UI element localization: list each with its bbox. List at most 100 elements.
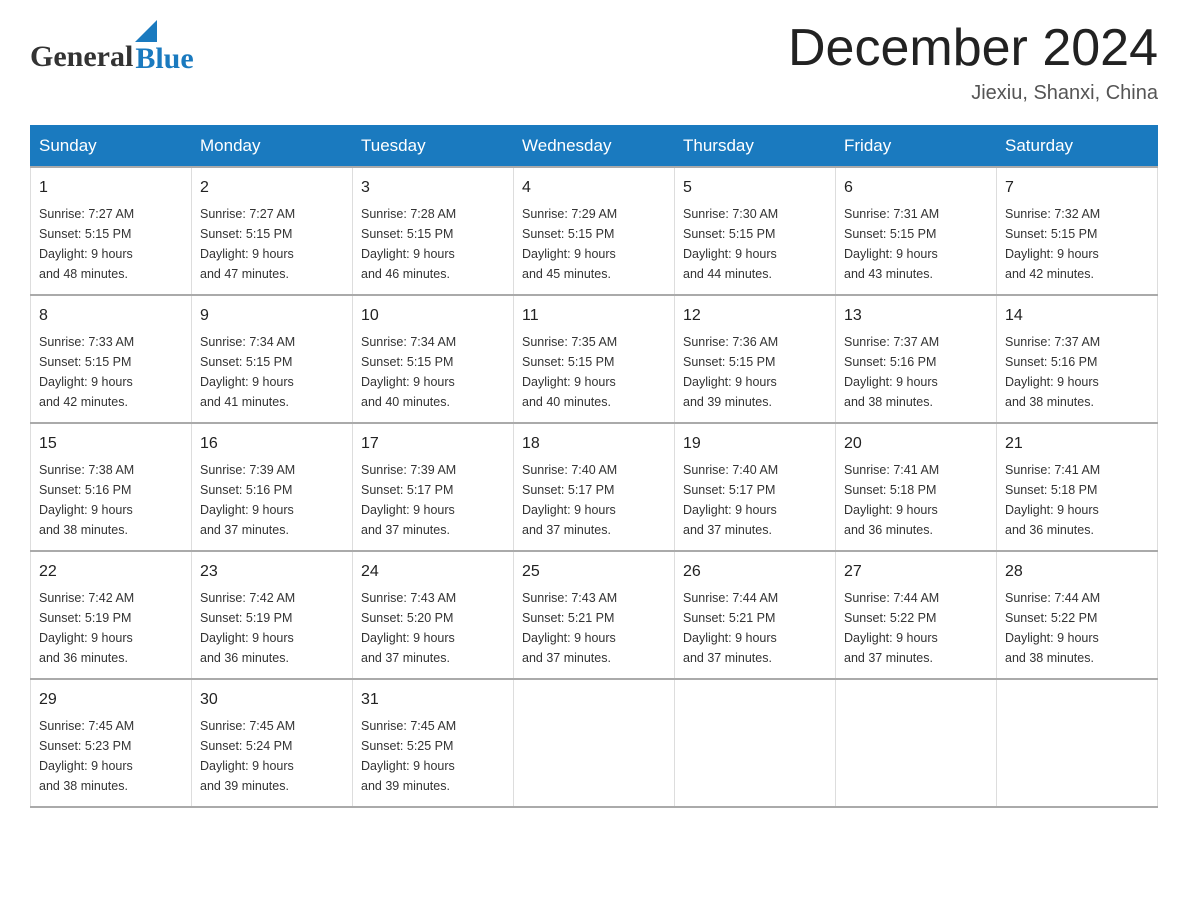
day-number: 15 (39, 432, 183, 456)
header-thursday: Thursday (675, 126, 836, 168)
calendar-cell: 25Sunrise: 7:43 AMSunset: 5:21 PMDayligh… (514, 551, 675, 679)
calendar-cell (514, 679, 675, 807)
calendar-cell: 7 Sunrise: 7:32 AMSunset: 5:15 PMDaylight… (997, 167, 1158, 295)
day-number: 30 (200, 688, 344, 712)
day-number: 13 (844, 304, 988, 328)
calendar-cell: 30 Sunrise: 7:45 AMSunset: 5:24 PMDayligh… (192, 679, 353, 807)
calendar-cell: 13Sunrise: 7:37 AMSunset: 5:16 PMDayligh… (836, 295, 997, 423)
calendar-cell: 2Sunrise: 7:27 AMSunset: 5:15 PMDaylight… (192, 167, 353, 295)
day-number: 22 (39, 560, 183, 584)
day-number: 18 (522, 432, 666, 456)
calendar-cell: 19Sunrise: 7:40 AMSunset: 5:17 PMDayligh… (675, 423, 836, 551)
calendar-cell: 24 Sunrise: 7:43 AMSunset: 5:20 PMDayligh… (353, 551, 514, 679)
calendar-cell: 23Sunrise: 7:42 AMSunset: 5:19 PMDayligh… (192, 551, 353, 679)
day-info: Sunrise: 7:36 AMSunset: 5:15 PMDaylight:… (683, 332, 827, 412)
day-info: Sunrise: 7:41 AMSunset: 5:18 PMDaylight:… (844, 460, 988, 540)
day-info: Sunrise: 7:38 AMSunset: 5:16 PMDaylight:… (39, 460, 183, 540)
calendar-week-row: 22 Sunrise: 7:42 AMSunset: 5:19 PMDayligh… (31, 551, 1158, 679)
day-number: 29 (39, 688, 183, 712)
day-info: Sunrise: 7:45 AMSunset: 5:24 PMDaylight:… (200, 716, 344, 796)
calendar-cell: 5 Sunrise: 7:30 AMSunset: 5:15 PMDaylight… (675, 167, 836, 295)
calendar-cell: 29 Sunrise: 7:45 AMSunset: 5:23 PMDayligh… (31, 679, 192, 807)
day-number: 26 (683, 560, 827, 584)
day-info: Sunrise: 7:35 AMSunset: 5:15 PMDaylight:… (522, 332, 666, 412)
day-number: 5 (683, 176, 827, 200)
day-info: Sunrise: 7:39 AMSunset: 5:17 PMDaylight:… (361, 460, 505, 540)
day-info: Sunrise: 7:27 AMSunset: 5:15 PMDaylight:… (39, 204, 183, 284)
calendar-cell: 16 Sunrise: 7:39 AMSunset: 5:16 PMDayligh… (192, 423, 353, 551)
calendar-cell: 20 Sunrise: 7:41 AMSunset: 5:18 PMDayligh… (836, 423, 997, 551)
day-info: Sunrise: 7:29 AMSunset: 5:15 PMDaylight:… (522, 204, 666, 284)
calendar-week-row: 15 Sunrise: 7:38 AMSunset: 5:16 PMDayligh… (31, 423, 1158, 551)
calendar-cell: 4 Sunrise: 7:29 AMSunset: 5:15 PMDaylight… (514, 167, 675, 295)
logo-blue-text: Blue (135, 44, 193, 74)
logo: General Blue (30, 20, 194, 74)
day-info: Sunrise: 7:37 AMSunset: 5:16 PMDaylight:… (1005, 332, 1149, 412)
day-info: Sunrise: 7:43 AMSunset: 5:21 PMDaylight:… (522, 588, 666, 668)
calendar-cell: 21 Sunrise: 7:41 AMSunset: 5:18 PMDayligh… (997, 423, 1158, 551)
day-info: Sunrise: 7:40 AMSunset: 5:17 PMDaylight:… (522, 460, 666, 540)
logo-general-text: General (30, 40, 133, 74)
day-number: 14 (1005, 304, 1149, 328)
day-number: 19 (683, 432, 827, 456)
calendar-cell: 14 Sunrise: 7:37 AMSunset: 5:16 PMDayligh… (997, 295, 1158, 423)
logo-area: General Blue (30, 20, 194, 74)
calendar-cell: 8Sunrise: 7:33 AMSunset: 5:15 PMDaylight… (31, 295, 192, 423)
month-title: December 2024 (788, 20, 1158, 77)
calendar-cell: 22 Sunrise: 7:42 AMSunset: 5:19 PMDayligh… (31, 551, 192, 679)
calendar-cell: 12Sunrise: 7:36 AMSunset: 5:15 PMDayligh… (675, 295, 836, 423)
calendar-cell (675, 679, 836, 807)
day-number: 11 (522, 304, 666, 328)
day-info: Sunrise: 7:42 AMSunset: 5:19 PMDaylight:… (39, 588, 183, 668)
day-number: 31 (361, 688, 505, 712)
header-friday: Friday (836, 126, 997, 168)
day-number: 17 (361, 432, 505, 456)
day-info: Sunrise: 7:44 AMSunset: 5:22 PMDaylight:… (844, 588, 988, 668)
header-monday: Monday (192, 126, 353, 168)
day-info: Sunrise: 7:45 AMSunset: 5:25 PMDaylight:… (361, 716, 505, 796)
day-number: 27 (844, 560, 988, 584)
day-number: 20 (844, 432, 988, 456)
day-info: Sunrise: 7:43 AMSunset: 5:20 PMDaylight:… (361, 588, 505, 668)
calendar-cell: 17 Sunrise: 7:39 AMSunset: 5:17 PMDayligh… (353, 423, 514, 551)
day-info: Sunrise: 7:45 AMSunset: 5:23 PMDaylight:… (39, 716, 183, 796)
day-number: 10 (361, 304, 505, 328)
day-info: Sunrise: 7:34 AMSunset: 5:15 PMDaylight:… (361, 332, 505, 412)
calendar-week-row: 8Sunrise: 7:33 AMSunset: 5:15 PMDaylight… (31, 295, 1158, 423)
day-number: 24 (361, 560, 505, 584)
day-number: 4 (522, 176, 666, 200)
day-info: Sunrise: 7:32 AMSunset: 5:15 PMDaylight:… (1005, 204, 1149, 284)
logo-triangle-icon (135, 20, 157, 42)
day-number: 2 (200, 176, 344, 200)
calendar-cell: 9 Sunrise: 7:34 AMSunset: 5:15 PMDaylight… (192, 295, 353, 423)
header-saturday: Saturday (997, 126, 1158, 168)
calendar-cell: 15 Sunrise: 7:38 AMSunset: 5:16 PMDayligh… (31, 423, 192, 551)
day-number: 6 (844, 176, 988, 200)
calendar-cell: 18 Sunrise: 7:40 AMSunset: 5:17 PMDayligh… (514, 423, 675, 551)
calendar-week-row: 1 Sunrise: 7:27 AMSunset: 5:15 PMDaylight… (31, 167, 1158, 295)
day-number: 16 (200, 432, 344, 456)
day-number: 9 (200, 304, 344, 328)
calendar-table: SundayMondayTuesdayWednesdayThursdayFrid… (30, 125, 1158, 808)
day-info: Sunrise: 7:44 AMSunset: 5:22 PMDaylight:… (1005, 588, 1149, 668)
calendar-cell: 26Sunrise: 7:44 AMSunset: 5:21 PMDayligh… (675, 551, 836, 679)
day-info: Sunrise: 7:39 AMSunset: 5:16 PMDaylight:… (200, 460, 344, 540)
calendar-header-row: SundayMondayTuesdayWednesdayThursdayFrid… (31, 126, 1158, 168)
calendar-cell: 6Sunrise: 7:31 AMSunset: 5:15 PMDaylight… (836, 167, 997, 295)
day-number: 1 (39, 176, 183, 200)
header-wednesday: Wednesday (514, 126, 675, 168)
day-number: 28 (1005, 560, 1149, 584)
day-number: 7 (1005, 176, 1149, 200)
day-number: 21 (1005, 432, 1149, 456)
header-tuesday: Tuesday (353, 126, 514, 168)
calendar-cell (997, 679, 1158, 807)
day-info: Sunrise: 7:28 AMSunset: 5:15 PMDaylight:… (361, 204, 505, 284)
day-number: 8 (39, 304, 183, 328)
logo-right-section: Blue (135, 20, 193, 74)
location: Jiexiu, Shanxi, China (788, 82, 1158, 105)
header-sunday: Sunday (31, 126, 192, 168)
day-info: Sunrise: 7:41 AMSunset: 5:18 PMDaylight:… (1005, 460, 1149, 540)
calendar-cell: 28 Sunrise: 7:44 AMSunset: 5:22 PMDayligh… (997, 551, 1158, 679)
day-info: Sunrise: 7:30 AMSunset: 5:15 PMDaylight:… (683, 204, 827, 284)
day-info: Sunrise: 7:34 AMSunset: 5:15 PMDaylight:… (200, 332, 344, 412)
